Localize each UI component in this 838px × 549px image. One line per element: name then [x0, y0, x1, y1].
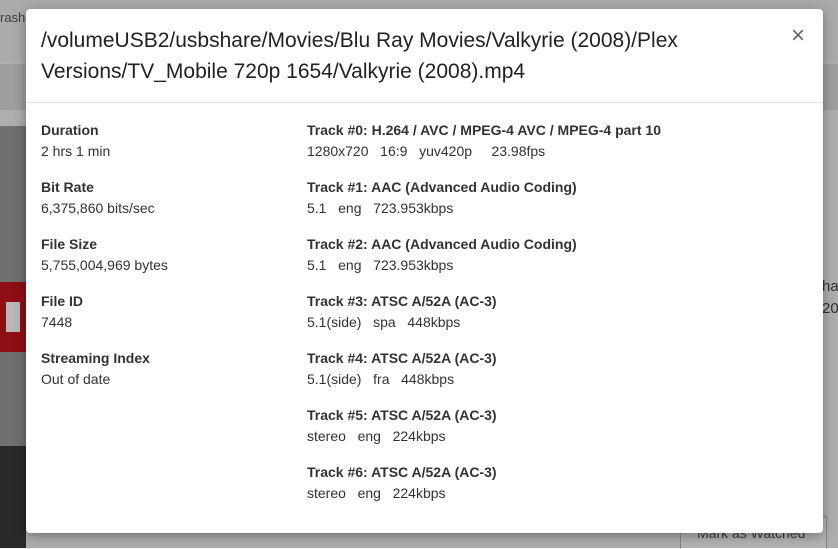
- modal-body: Duration 2 hrs 1 min Bit Rate 6,375,860 …: [26, 103, 823, 533]
- track-title: Track #6: ATSC A/52A (AC-3): [307, 464, 497, 480]
- info-label: File ID: [41, 293, 84, 309]
- info-label: Duration: [41, 122, 99, 138]
- media-info-modal: /volumeUSB2/usbshare/Movies/Blu Ray Movi…: [26, 9, 823, 533]
- track-title: Track #4: ATSC A/52A (AC-3): [307, 350, 497, 366]
- tracks-column: Track #0: H.264 / AVC / MPEG-4 AVC / MPE…: [307, 121, 807, 520]
- info-streaming-index: Streaming Index Out of date: [41, 349, 291, 406]
- track-item: Track #5: ATSC A/52A (AC-3) stereo eng 2…: [307, 406, 807, 463]
- info-file-size: File Size 5,755,004,969 bytes: [41, 235, 291, 292]
- track-item: Track #0: H.264 / AVC / MPEG-4 AVC / MPE…: [307, 121, 807, 178]
- track-item: Track #2: AAC (Advanced Audio Coding) 5.…: [307, 235, 807, 292]
- file-info-column: Duration 2 hrs 1 min Bit Rate 6,375,860 …: [41, 121, 291, 406]
- track-title: Track #0: H.264 / AVC / MPEG-4 AVC / MPE…: [307, 122, 662, 138]
- modal-header: /volumeUSB2/usbshare/Movies/Blu Ray Movi…: [26, 9, 823, 103]
- info-value: 6,375,860 bits/sec: [41, 200, 155, 216]
- track-item: Track #1: AAC (Advanced Audio Coding) 5.…: [307, 178, 807, 235]
- track-item: Track #4: ATSC A/52A (AC-3) 5.1(side) fr…: [307, 349, 807, 406]
- info-duration: Duration 2 hrs 1 min: [41, 121, 291, 178]
- track-title: Track #5: ATSC A/52A (AC-3): [307, 407, 497, 423]
- info-value: 7448: [41, 314, 73, 330]
- info-value: 2 hrs 1 min: [41, 143, 111, 159]
- track-details: 1280x720 16:9 yuv420p 23.98fps: [307, 143, 546, 159]
- info-value: Out of date: [41, 371, 111, 387]
- info-label: Streaming Index: [41, 350, 150, 366]
- info-file-id: File ID 7448: [41, 292, 291, 349]
- close-icon[interactable]: ×: [788, 24, 808, 48]
- info-label: File Size: [41, 236, 98, 252]
- track-title: Track #3: ATSC A/52A (AC-3): [307, 293, 497, 309]
- track-title: Track #2: AAC (Advanced Audio Coding): [307, 236, 577, 252]
- info-value: 5,755,004,969 bytes: [41, 257, 168, 273]
- track-details: stereo eng 224kbps: [307, 485, 446, 501]
- track-item: Track #3: ATSC A/52A (AC-3) 5.1(side) sp…: [307, 292, 807, 349]
- track-details: stereo eng 224kbps: [307, 428, 446, 444]
- track-title: Track #1: AAC (Advanced Audio Coding): [307, 179, 577, 195]
- track-details: 5.1 eng 723.953kbps: [307, 200, 454, 216]
- track-item: Track #6: ATSC A/52A (AC-3) stereo eng 2…: [307, 463, 807, 520]
- track-details: 5.1(side) fra 448kbps: [307, 371, 455, 387]
- info-bit-rate: Bit Rate 6,375,860 bits/sec: [41, 178, 291, 235]
- track-details: 5.1 eng 723.953kbps: [307, 257, 454, 273]
- modal-title: /volumeUSB2/usbshare/Movies/Blu Ray Movi…: [41, 29, 678, 83]
- track-details: 5.1(side) spa 448kbps: [307, 314, 461, 330]
- info-label: Bit Rate: [41, 179, 94, 195]
